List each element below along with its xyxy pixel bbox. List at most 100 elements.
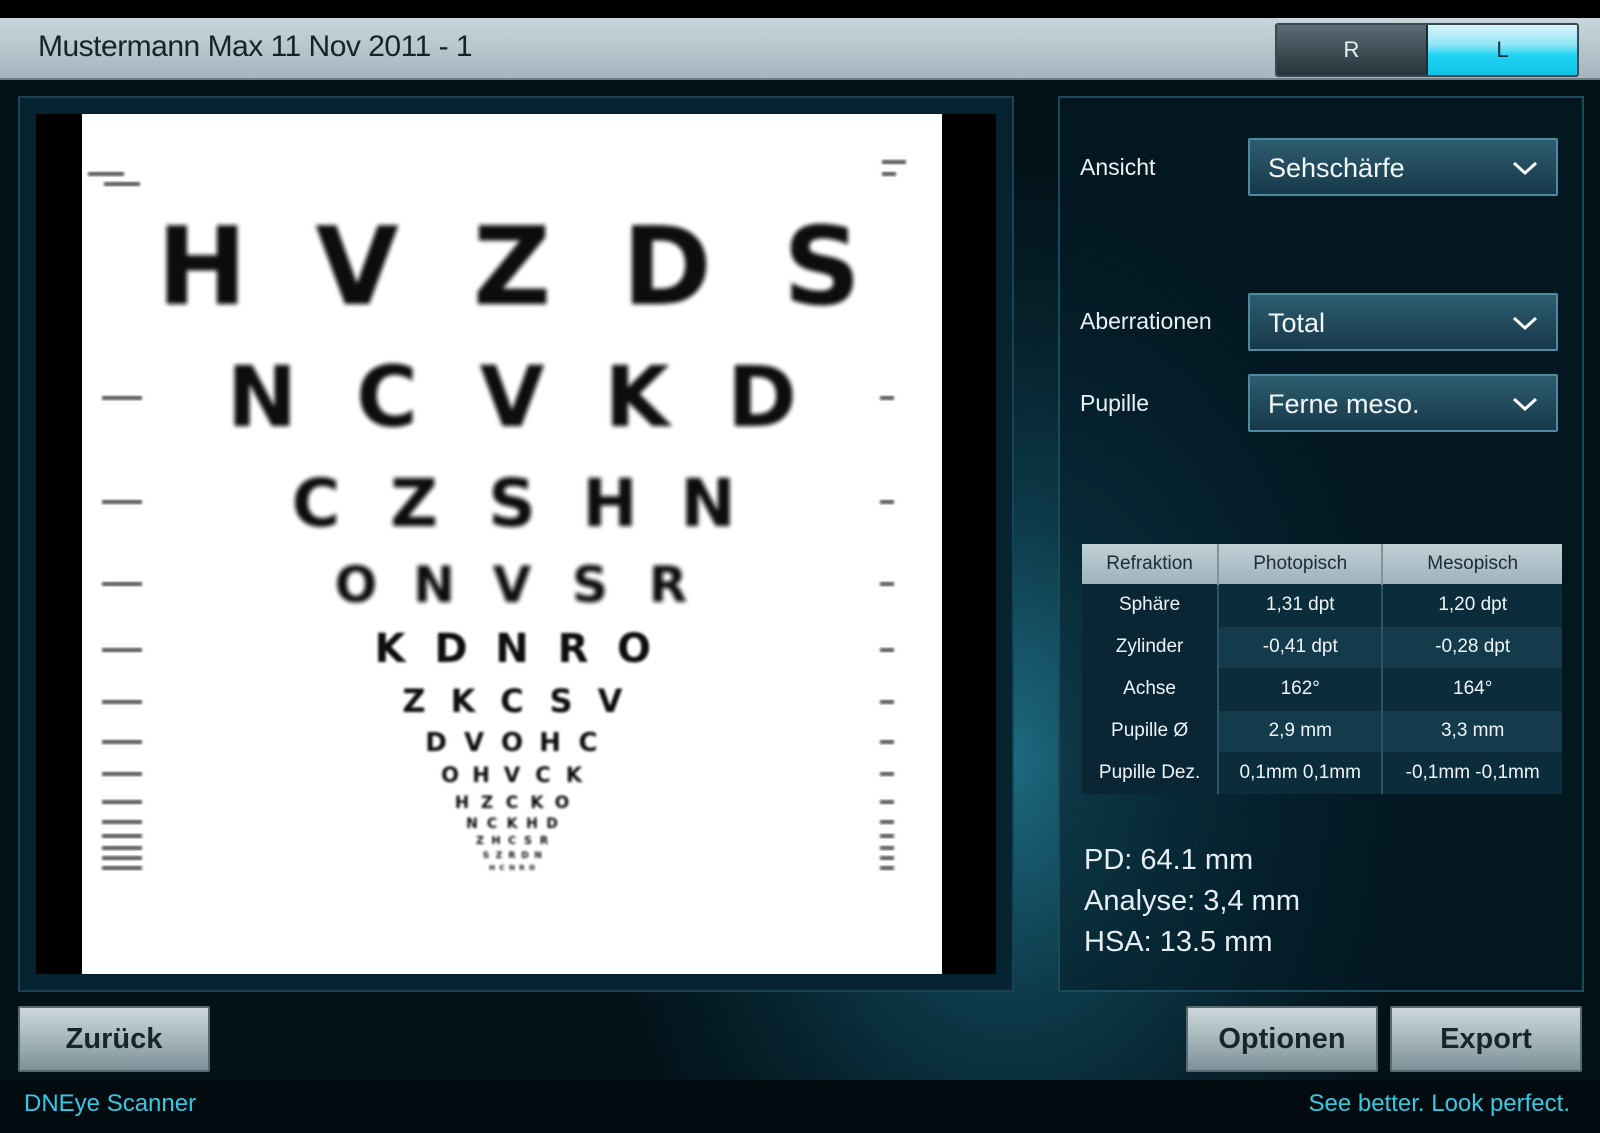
chart-letter-rows: H V Z D SN C V K DC Z S H NO N V S RK D N R OZ K C S VD V O H CO H V C K…	[157, 205, 861, 872]
aberrations-select[interactable]: Total	[1248, 293, 1558, 351]
photopic-value: 1,31 dpt	[1218, 583, 1384, 626]
chart-side-mark	[880, 772, 894, 776]
header-bar: Mustermann Max 11 Nov 2011 - 1 R L	[0, 18, 1600, 80]
mesopic-value: 1,20 dpt	[1382, 583, 1562, 626]
slogan: See better. Look perfect.	[1308, 1090, 1570, 1117]
chart-letter: O	[555, 793, 569, 813]
top-strip	[0, 0, 1600, 18]
chart-letter: D	[425, 728, 447, 758]
mesopic-value: 3,3 mm	[1382, 709, 1562, 752]
chevron-down-icon	[1512, 397, 1538, 412]
pupil-select[interactable]: Ferne meso.	[1248, 374, 1558, 432]
chart-side-mark	[102, 800, 142, 804]
chart-side-mark	[102, 846, 142, 850]
chart-letter: R	[509, 851, 516, 861]
row-label: Achse	[1082, 667, 1220, 710]
aberrations-label: Aberrationen	[1080, 308, 1212, 334]
patient-title: Mustermann Max 11 Nov 2011 - 1	[38, 30, 473, 63]
view-label: Ansicht	[1080, 154, 1156, 180]
chart-letter: S	[488, 465, 536, 542]
chart-letter: K	[530, 793, 544, 813]
chart-letter: R	[540, 834, 549, 847]
chart-side-mark	[880, 582, 894, 586]
chart-letter: C	[487, 816, 497, 832]
photopic-value: -0,41 dpt	[1218, 625, 1384, 668]
side-panel: Ansicht Sehschärfe Aberrationen Total Pu…	[1058, 96, 1584, 992]
mesopic-value: -0,1mm -0,1mm	[1382, 751, 1562, 794]
col-header-mesopic: Mesopisch	[1382, 544, 1562, 584]
chart-letter: S	[524, 834, 532, 847]
refraction-header-row: Refraktion Photopisch Mesopisch	[1082, 544, 1562, 584]
table-row: Zylinder -0,41 dpt -0,28 dpt	[1082, 625, 1562, 668]
analysis-value: Analyse: 3,4 mm	[1084, 885, 1300, 917]
photopic-value: 2,9 mm	[1218, 709, 1384, 752]
table-row: Pupille Ø 2,9 mm 3,3 mm	[1082, 709, 1562, 752]
chart-letter: O	[441, 763, 459, 787]
chart-letter: C	[356, 348, 418, 446]
chart-letter: R	[519, 864, 525, 872]
chart-letter: N	[413, 556, 455, 614]
chart-letter: D	[546, 816, 558, 832]
chart-letter: H	[472, 763, 490, 787]
chart-side-mark	[102, 856, 142, 860]
chart-letter: C	[535, 763, 550, 787]
chart-side-mark	[882, 160, 906, 164]
chart-letter: H	[539, 728, 561, 758]
photopic-value: 162°	[1218, 667, 1384, 710]
chevron-down-icon	[1512, 316, 1538, 331]
chart-side-mark	[102, 700, 142, 704]
chart-side-mark	[880, 800, 894, 804]
chart-side-mark	[880, 866, 894, 870]
chart-letter: C	[500, 682, 523, 720]
row-label: Zylinder	[1082, 625, 1220, 668]
chart-letter: K	[604, 348, 672, 446]
chart-letter: Z	[473, 205, 551, 330]
chart-letter: D	[521, 851, 528, 861]
chart-letter: Z	[496, 851, 503, 861]
pupil-label: Pupille	[1080, 390, 1150, 416]
refraction-table: Refraktion Photopisch Mesopisch Sphäre 1…	[1082, 544, 1562, 794]
acuity-chart-panel: HVZDSNCVKDCZSHNONVSRKDNROZKCSVDVOHCOHVCK…	[18, 96, 1014, 992]
chart-letter: Z	[390, 465, 438, 542]
chart-letter: R	[649, 556, 688, 614]
chart-letter: N	[534, 851, 542, 861]
chart-letter: O	[529, 864, 535, 872]
mesopic-value: -0,28 dpt	[1382, 625, 1562, 668]
row-label: Pupille Ø	[1082, 709, 1220, 752]
options-button[interactable]: Optionen	[1186, 1006, 1378, 1072]
chart-letter: C	[508, 834, 516, 847]
chart-side-mark	[102, 820, 142, 824]
export-button[interactable]: Export	[1390, 1006, 1582, 1072]
chart-letter: H	[582, 465, 637, 542]
chart-letter: V	[598, 682, 623, 720]
chart-letter: D	[727, 348, 797, 446]
view-select[interactable]: Sehschärfe	[1248, 138, 1558, 196]
chart-letter: D	[434, 626, 467, 672]
chart-side-mark	[880, 834, 894, 838]
back-button[interactable]: Zurück	[18, 1006, 210, 1072]
chart-letter: N	[227, 348, 297, 446]
row-label: Sphäre	[1082, 583, 1220, 626]
chart-letter: Z	[476, 834, 484, 847]
view-select-value: Sehschärfe	[1268, 153, 1405, 183]
pupil-select-value: Ferne meso.	[1268, 389, 1420, 419]
measurement-stats: PD: 64.1 mm Analyse: 3,4 mm HSA: 13.5 mm	[1084, 840, 1300, 963]
chart-letter: C	[506, 793, 518, 813]
chart-side-mark	[102, 772, 142, 776]
chart-letter: N	[509, 864, 515, 872]
chevron-down-icon	[1512, 161, 1538, 176]
chart-side-mark	[102, 500, 142, 504]
chart-letter: S	[483, 851, 489, 861]
chart-side-mark	[882, 172, 896, 176]
chart-side-mark	[88, 172, 124, 176]
chart-letter: V	[504, 763, 521, 787]
eye-right-button[interactable]: R	[1277, 25, 1428, 75]
visual-acuity-chart: HVZDSNCVKDCZSHNONVSRKDNROZKCSVDVOHCOHVCK…	[82, 114, 942, 974]
chart-letter: N	[680, 465, 735, 542]
chart-letter: Z	[402, 682, 425, 720]
row-label: Pupille Dez.	[1082, 751, 1220, 794]
chart-side-mark	[880, 846, 894, 850]
eye-left-button[interactable]: L	[1428, 25, 1577, 75]
chart-side-mark	[102, 834, 142, 838]
chart-side-mark	[880, 700, 894, 704]
